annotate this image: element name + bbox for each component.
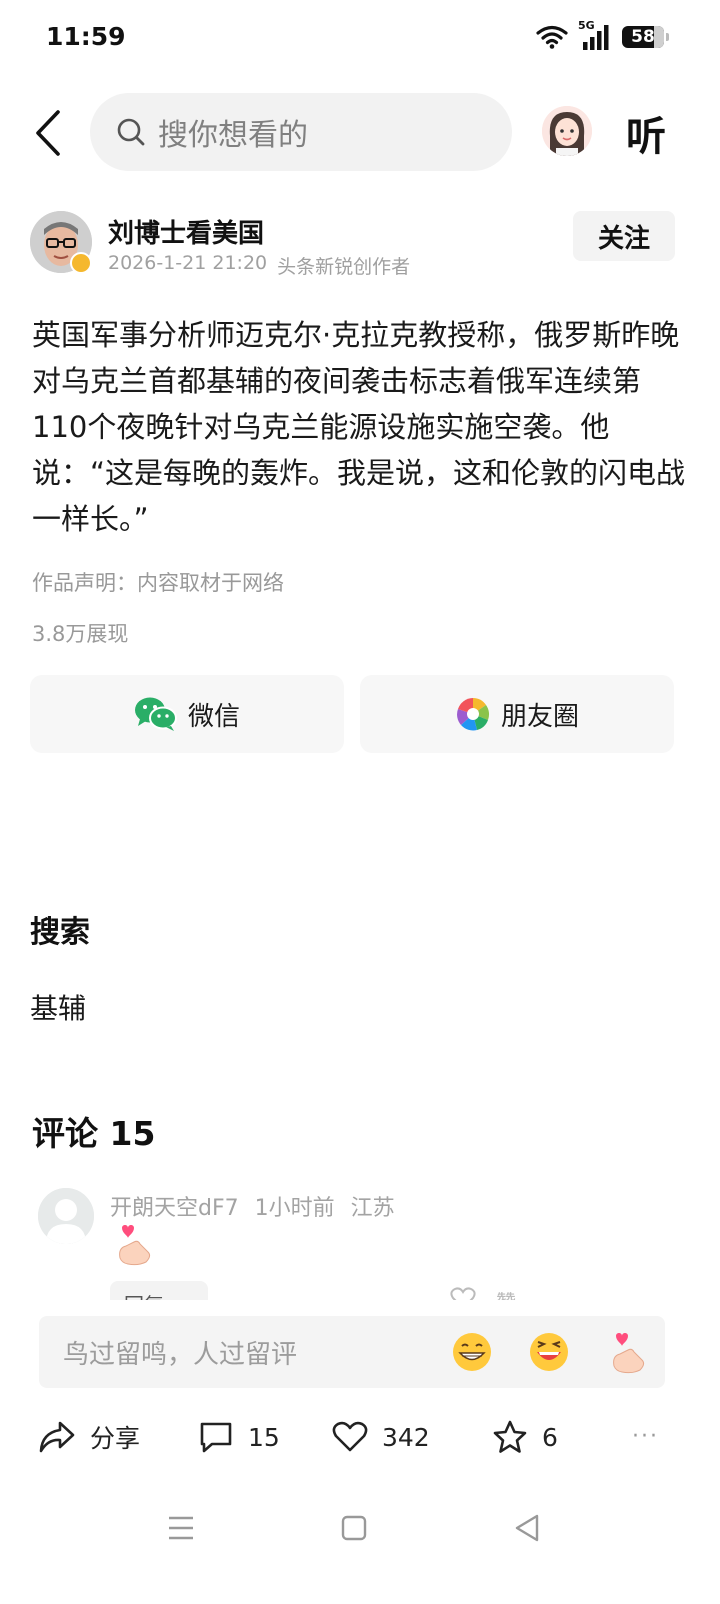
star-icon bbox=[493, 1420, 527, 1453]
search-term-link[interactable]: 基辅 bbox=[30, 987, 86, 1027]
publish-date: 2026-1-21 21:20 bbox=[108, 252, 268, 274]
share-moments-label: 朋友圈 bbox=[500, 701, 579, 732]
triangle-back-icon bbox=[515, 1514, 539, 1542]
wechat-icon bbox=[134, 697, 177, 731]
creator-tag: 头条新锐创作者 bbox=[277, 256, 411, 278]
finger-heart-emoji-button[interactable] bbox=[606, 1330, 650, 1374]
listen-button[interactable]: 听 bbox=[626, 104, 666, 162]
comment-button[interactable]: 15 bbox=[198, 1410, 280, 1464]
comment-input[interactable]: 鸟过留鸣，人过留评 bbox=[39, 1316, 665, 1388]
back-button[interactable] bbox=[28, 108, 72, 158]
home-nav-button[interactable] bbox=[334, 1508, 374, 1548]
view-count: 3.8万展现 bbox=[32, 622, 129, 646]
share-icon bbox=[39, 1421, 75, 1453]
article-body: 英国军事分析师迈克尔·克拉克教授称，俄罗斯昨晚对乌克兰首都基辅的夜间袭击标志着俄… bbox=[32, 318, 686, 536]
menu-nav-button[interactable] bbox=[161, 1508, 201, 1548]
share-moments-button[interactable]: 朋友圈 bbox=[360, 675, 674, 753]
search-section-title: 搜索 bbox=[30, 915, 90, 950]
comment-meta: 开朗天空dF7 1小时前 江苏 bbox=[110, 1190, 395, 1222]
comment-location: 江苏 bbox=[350, 1196, 395, 1221]
comment-input-placeholder: 鸟过留鸣，人过留评 bbox=[63, 1339, 298, 1370]
finger-heart-emoji bbox=[114, 1222, 154, 1270]
favorite-button[interactable]: 6 bbox=[492, 1410, 558, 1464]
grin-emoji-button[interactable] bbox=[450, 1332, 494, 1372]
battery-indicator: 58 bbox=[622, 26, 669, 48]
status-icons: 5G 58 bbox=[536, 19, 669, 52]
system-nav-bar bbox=[0, 1500, 720, 1560]
more-options-button[interactable]: ··· bbox=[632, 1424, 659, 1449]
chevron-left-icon bbox=[36, 110, 60, 156]
content-declaration: 作品声明：内容取材于网络 bbox=[32, 571, 284, 595]
battery-level: 58 bbox=[631, 27, 655, 47]
comment-icon bbox=[200, 1422, 232, 1453]
share-label: 分享 bbox=[90, 1424, 141, 1453]
share-wechat-button[interactable]: 微信 bbox=[30, 675, 344, 753]
moments-icon bbox=[457, 698, 490, 731]
cell-signal-icon: 5G bbox=[578, 19, 612, 51]
search-icon bbox=[117, 118, 145, 146]
menu-icon bbox=[169, 1516, 193, 1540]
heart-icon bbox=[332, 1421, 368, 1452]
share-button[interactable]: 分享 bbox=[38, 1410, 140, 1464]
favorite-count: 6 bbox=[542, 1422, 558, 1452]
comment-user-avatar[interactable] bbox=[38, 1188, 94, 1244]
back-nav-button[interactable] bbox=[507, 1508, 547, 1548]
square-icon bbox=[341, 1515, 367, 1541]
like-button[interactable]: 342 bbox=[332, 1410, 430, 1464]
comments-title: 评论 15 bbox=[32, 1114, 156, 1153]
author-name[interactable]: 刘博士看美国 bbox=[108, 213, 264, 250]
comment-time: 1小时前 bbox=[254, 1196, 335, 1221]
comment-username[interactable]: 开朗天空dF7 bbox=[110, 1190, 239, 1222]
search-placeholder: 搜你想看的 bbox=[158, 118, 308, 153]
follow-button[interactable]: 关注 bbox=[573, 211, 675, 261]
wifi-icon bbox=[536, 25, 568, 49]
creator-badge-icon bbox=[70, 252, 92, 274]
user-avatar[interactable] bbox=[542, 106, 592, 156]
action-bar: 分享 15 342 6 ··· bbox=[0, 1410, 720, 1464]
author-meta: 2026-1-21 21:20 头条新锐创作者 bbox=[108, 252, 410, 279]
like-count: 342 bbox=[382, 1422, 430, 1452]
comment-count: 15 bbox=[248, 1422, 280, 1452]
search-input[interactable]: 搜你想看的 bbox=[90, 93, 512, 171]
status-time: 11:59 bbox=[46, 22, 126, 51]
share-wechat-label: 微信 bbox=[187, 701, 240, 732]
laugh-emoji-button[interactable] bbox=[527, 1332, 571, 1372]
